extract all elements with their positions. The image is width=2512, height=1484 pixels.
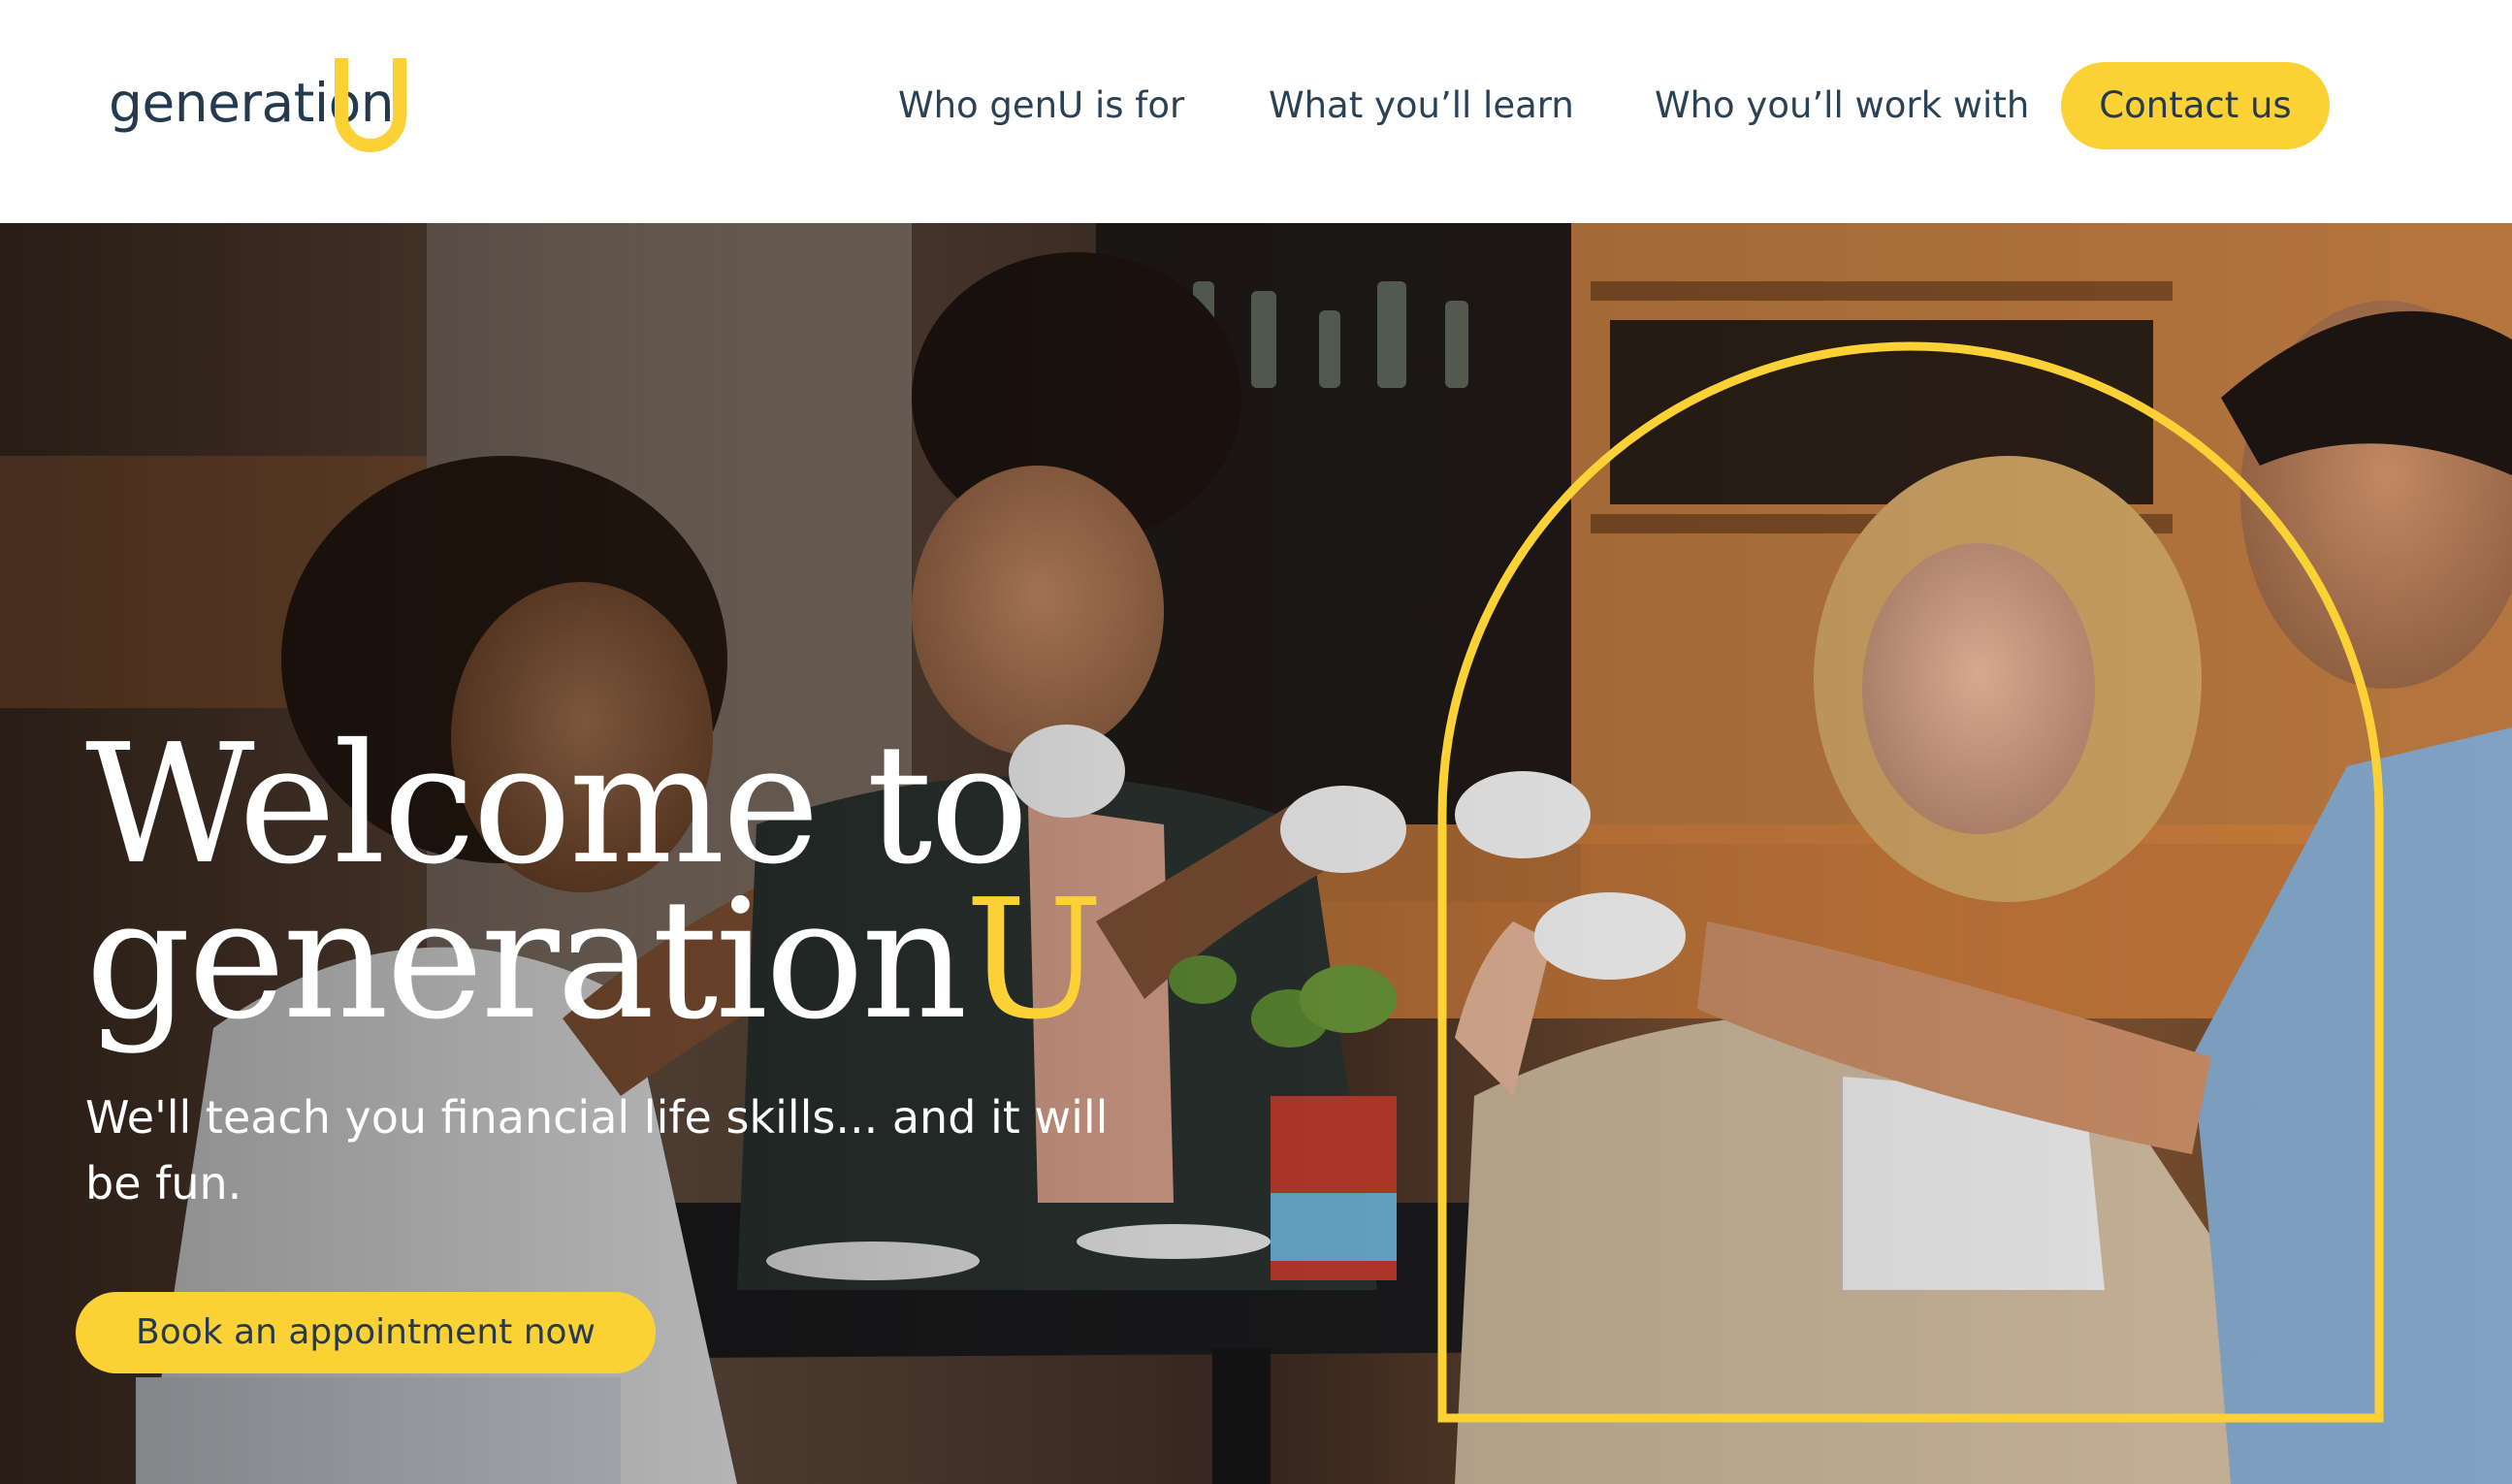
generation-u-logo[interactable]: generation	[109, 50, 419, 167]
hero-title: Welcome to generationU	[85, 723, 1104, 1043]
hero-title-word: generation	[85, 864, 968, 1056]
book-appointment-button[interactable]: Book an appointment now	[76, 1292, 656, 1373]
hero-title-u: U	[964, 864, 1104, 1056]
nav-what-youll-learn[interactable]: What you’ll learn	[1269, 62, 1574, 149]
hero-subtitle: We'll teach you financial life skills...…	[85, 1091, 1109, 1210]
logo-u-mark	[335, 58, 406, 152]
contact-us-button[interactable]: Contact us	[2061, 62, 2330, 149]
nav-who-genu-is-for[interactable]: Who genU is for	[898, 62, 1184, 149]
site-header: generation Who genU is for What you’ll l…	[0, 0, 2512, 223]
hero-section: Welcome to generationU We'll teach you fi…	[0, 223, 2512, 1484]
landing-page: generation Who genU is for What you’ll l…	[0, 0, 2512, 1484]
nav-who-youll-work-with[interactable]: Who you’ll work with	[1655, 62, 2029, 149]
